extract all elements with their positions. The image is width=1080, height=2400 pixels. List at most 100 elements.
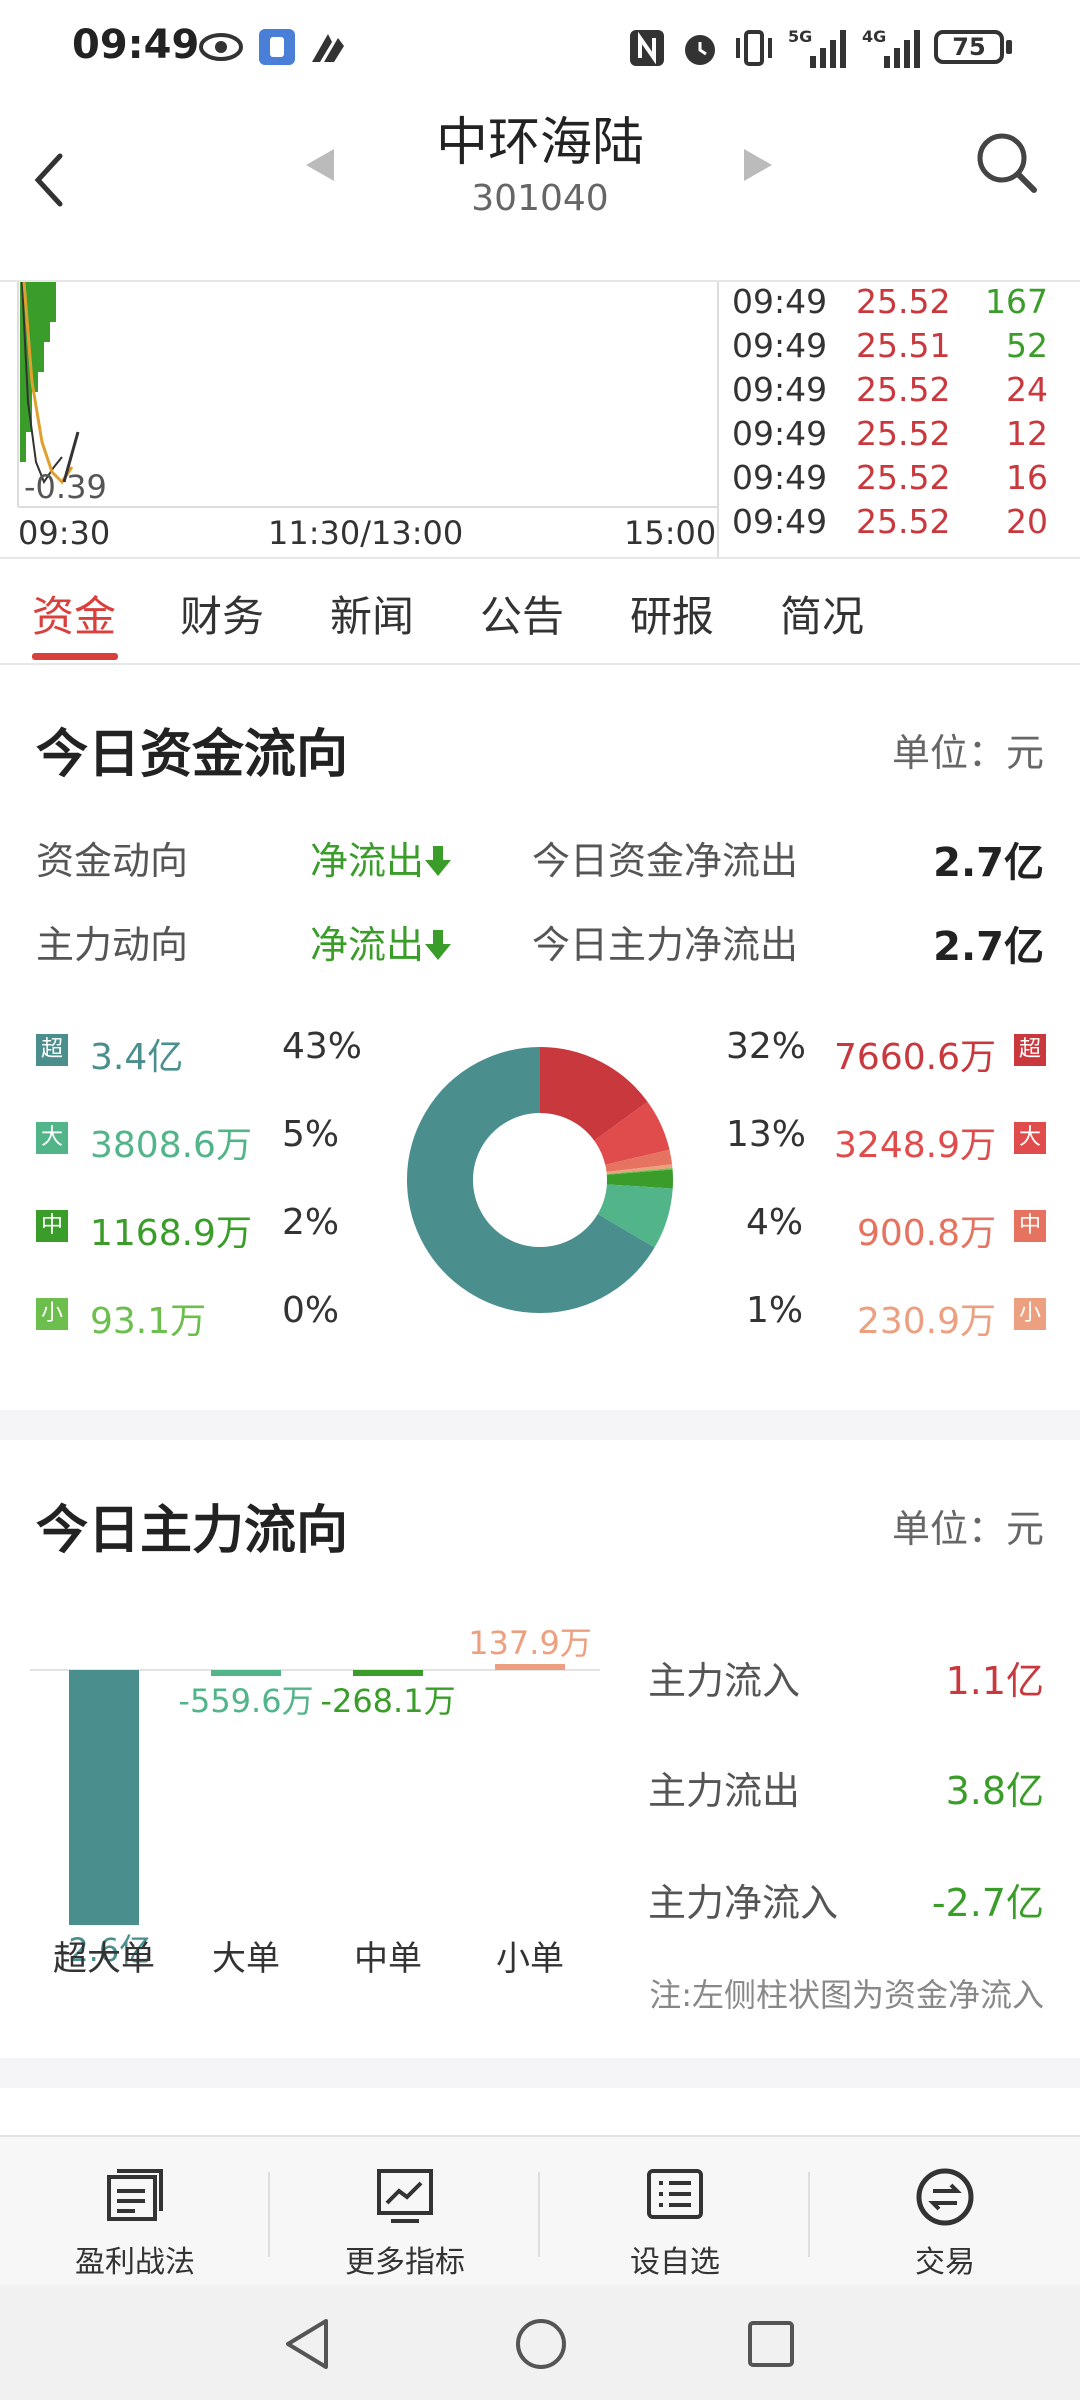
fund-direction-label: 资金动向 xyxy=(36,839,189,883)
inflow-large-pct: 13% xyxy=(726,1114,807,1155)
fund-flow-unit: 单位：元 xyxy=(891,731,1044,775)
main-direction-label: 主力动向 xyxy=(36,923,189,967)
down-arrow-icon xyxy=(425,846,452,876)
battery-icon: 75 xyxy=(934,30,1004,64)
tab-research[interactable]: 研报 xyxy=(630,583,714,644)
search-icon[interactable] xyxy=(972,128,1042,198)
trade-icon xyxy=(916,2168,974,2226)
trade-row: 09:49 25.51 52 xyxy=(732,326,1048,365)
donut-slice xyxy=(593,1101,670,1166)
tab-announcement[interactable]: 公告 xyxy=(480,583,564,644)
inflow-super-value: 7660.6万 xyxy=(834,1037,996,1078)
main-inflow-value: 1.1亿 xyxy=(945,1659,1044,1703)
fund-net-outflow-label: 今日资金净流出 xyxy=(532,839,799,883)
recents-square-icon[interactable] xyxy=(746,2319,796,2369)
bar-3 xyxy=(495,1664,565,1670)
tab-profile[interactable]: 简况 xyxy=(780,583,864,644)
trade-row: 09:49 25.52 12 xyxy=(732,414,1048,453)
trade-row: 09:49 25.52 167 xyxy=(732,282,1048,321)
chart-indicator-icon xyxy=(377,2169,433,2223)
bar-value-label: -559.6万 xyxy=(178,1682,313,1720)
inflow-medium-value: 900.8万 xyxy=(856,1213,996,1254)
inflow-large-value: 3248.9万 xyxy=(834,1125,996,1166)
bar-category-label: 超大单 xyxy=(53,1939,155,1979)
signal-4g-icon: 4G xyxy=(862,27,920,68)
low-value-label: -0.39 xyxy=(24,468,107,506)
main-net-inflow-value: -2.7亿 xyxy=(931,1881,1044,1925)
badge-small: 小 xyxy=(36,1298,68,1330)
main-net-inflow-label: 主力净流入 xyxy=(648,1881,839,1925)
tab-fund[interactable]: 资金 xyxy=(32,583,116,644)
bar-category-label: 大单 xyxy=(212,1939,280,1979)
main-flow-bar-chart: -2.6亿超大单-559.6万大单-268.1万中单137.9万小单 xyxy=(30,1624,600,1979)
nfc-icon xyxy=(630,30,664,66)
svg-text:5G: 5G xyxy=(788,27,812,46)
profit-strategy-button[interactable]: 盈利战法 xyxy=(0,2137,270,2287)
eye-icon xyxy=(199,33,243,61)
more-indicators-button[interactable]: 更多指标 xyxy=(270,2137,540,2287)
outflow-super-value: 3.4亿 xyxy=(90,1037,184,1078)
bar-1 xyxy=(211,1670,281,1676)
outflow-legend: 超 3.4亿 43% 大 3808.6万 5% 中 1168.9万 2% 小 9… xyxy=(36,1020,376,1380)
outflow-small-value: 93.1万 xyxy=(90,1301,207,1342)
badge-medium: 中 xyxy=(36,1210,68,1242)
trade-button[interactable]: 交易 xyxy=(810,2137,1080,2287)
inflow-legend: 32% 7660.6万 超 13% 3248.9万 大 4% 900.8万 中 … xyxy=(710,1020,1046,1380)
battery-level: 75 xyxy=(952,33,986,61)
stock-header: 中环海陆 301040 xyxy=(0,100,1080,280)
badge-super: 超 xyxy=(1014,1034,1046,1066)
outflow-medium-value: 1168.9万 xyxy=(90,1213,252,1254)
donut-slice xyxy=(538,1047,648,1142)
chart-note: 注:左侧柱状图为资金净流入 xyxy=(649,1976,1044,2014)
bar-value-label: 137.9万 xyxy=(468,1624,592,1662)
watchlist-icon xyxy=(647,2169,703,2219)
home-circle-icon[interactable] xyxy=(514,2317,568,2371)
app-logo-icon xyxy=(312,34,344,62)
fund-flow-title: 今日资金流向 xyxy=(36,725,349,785)
main-outflow-value: 3.8亿 xyxy=(945,1769,1044,1813)
stock-name: 中环海陆 xyxy=(435,113,644,173)
signal-5g-icon: 5G xyxy=(788,27,846,68)
inflow-small-pct: 1% xyxy=(746,1290,804,1331)
alarm-icon xyxy=(685,35,715,65)
inflow-super-pct: 32% xyxy=(726,1026,807,1067)
vibrate-icon xyxy=(736,30,772,66)
next-stock-icon[interactable] xyxy=(740,145,776,185)
fund-net-outflow-value: 2.7亿 xyxy=(933,840,1044,886)
outflow-super-pct: 43% xyxy=(282,1026,363,1067)
back-triangle-icon[interactable] xyxy=(282,2317,332,2371)
tab-bar: 资金 财务 新闻 公告 研报 简况 xyxy=(0,555,1080,665)
main-outflow-label: 主力流出 xyxy=(648,1769,801,1813)
main-inflow-label: 主力流入 xyxy=(648,1659,801,1703)
section-separator xyxy=(0,2058,1080,2088)
donut-slice xyxy=(605,1149,673,1173)
tab-news[interactable]: 新闻 xyxy=(330,583,414,644)
stock-code: 301040 xyxy=(471,178,609,219)
intraday-minichart[interactable]: -0.39 09:30 11:30/13:00 15:00 09:49 25.52… xyxy=(0,280,1080,559)
down-arrow-icon xyxy=(425,930,452,960)
system-nav-bar xyxy=(0,2285,1080,2400)
badge-small: 小 xyxy=(1014,1298,1046,1330)
bar-2 xyxy=(353,1670,423,1676)
active-tab-indicator xyxy=(32,653,118,660)
status-bar: 09:49 5G 4G 75 xyxy=(0,0,1080,100)
tab-finance[interactable]: 财务 xyxy=(180,583,264,644)
strategy-icon xyxy=(107,2169,163,2221)
add-watchlist-button[interactable]: 设自选 xyxy=(540,2137,810,2287)
badge-large: 大 xyxy=(1014,1122,1046,1154)
badge-large: 大 xyxy=(36,1122,68,1154)
outflow-large-pct: 5% xyxy=(282,1114,340,1155)
bar-category-label: 中单 xyxy=(354,1939,422,1979)
main-net-outflow-value: 2.7亿 xyxy=(933,924,1044,970)
trade-row: 09:49 25.52 24 xyxy=(732,370,1048,409)
bar-category-label: 小单 xyxy=(496,1939,564,1979)
donut-slice xyxy=(597,1183,673,1248)
fund-direction-value: 净流出 xyxy=(310,830,452,885)
bottom-toolbar: 盈利战法 更多指标 设自选 交易 xyxy=(0,2135,1080,2287)
main-flow-unit: 单位：元 xyxy=(891,1507,1044,1551)
svg-text:4G: 4G xyxy=(862,27,886,46)
main-net-outflow-label: 今日主力净流出 xyxy=(532,923,799,967)
inflow-small-value: 230.9万 xyxy=(856,1301,996,1342)
outflow-small-pct: 0% xyxy=(282,1290,340,1331)
fund-flow-donut-chart xyxy=(407,1047,673,1313)
